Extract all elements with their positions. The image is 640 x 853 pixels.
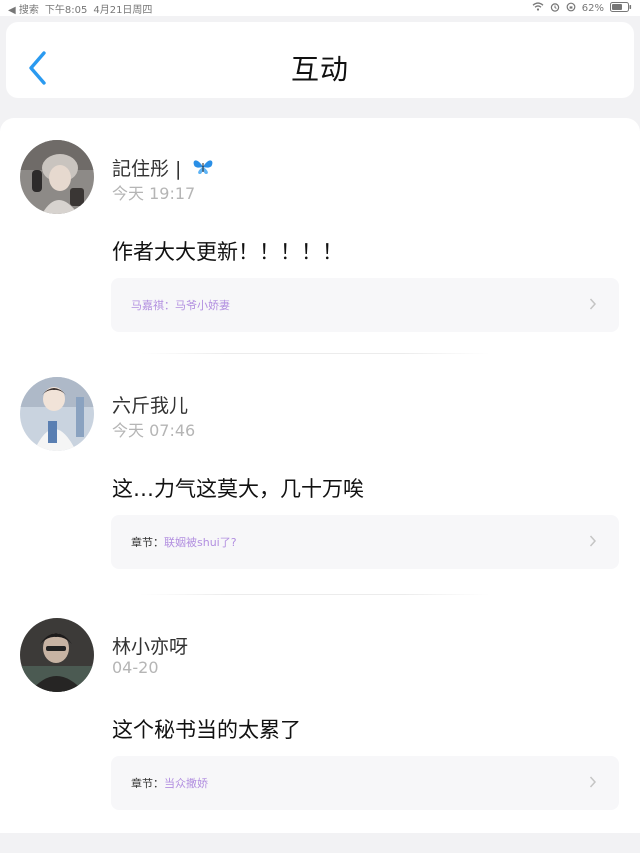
status-right: 62%	[532, 1, 632, 15]
chevron-right-icon	[589, 774, 597, 793]
comment-timestamp: 今天 19:17	[112, 184, 196, 203]
back-to-app-link[interactable]: ◀ 搜索	[8, 1, 39, 16]
chapter-reference[interactable]: 章节：当众撒娇	[111, 756, 619, 810]
butterfly-icon	[192, 158, 214, 181]
alarm-icon	[550, 2, 560, 15]
comment-text: 作者大大更新！！！！！	[112, 240, 343, 264]
comment-text: 这…力气这莫大，几十万唉	[112, 477, 364, 501]
username: 記住彤 |	[112, 154, 214, 181]
avatar[interactable]	[20, 377, 94, 451]
chevron-right-icon	[589, 533, 597, 552]
battery-percent: 62%	[581, 2, 604, 14]
reference-title: 马嘉祺：马爷小娇妻	[131, 299, 230, 312]
reference-text: 章节：联姻被shui了?	[131, 534, 237, 550]
reference-prefix: 章节：	[131, 536, 164, 549]
avatar[interactable]	[20, 618, 94, 692]
comment-list: 記住彤 | 今天 19:17 作者大大更新！！！！！ 马嘉祺：马爷小娇妻 六斤我…	[0, 118, 640, 833]
chevron-right-icon	[589, 296, 597, 315]
username: 林小亦呀	[112, 636, 189, 658]
chapter-link: 联姻被shui了?	[164, 536, 237, 549]
comment-timestamp: 今天 07:46	[112, 421, 196, 440]
status-left: ◀ 搜索 下午8:05 4月21日周四	[8, 1, 152, 16]
reference-text: 马嘉祺：马爷小娇妻	[131, 297, 230, 313]
navigation-header: 互动	[6, 22, 634, 98]
avatar[interactable]	[20, 140, 94, 214]
status-date: 4月21日周四	[93, 4, 153, 16]
battery-icon	[610, 1, 632, 15]
chapter-reference[interactable]: 章节：联姻被shui了?	[111, 515, 619, 569]
chapter-reference[interactable]: 马嘉祺：马爷小娇妻	[111, 278, 619, 332]
username: 六斤我儿	[112, 395, 189, 417]
chapter-link: 当众撒娇	[164, 777, 208, 790]
wifi-icon	[532, 2, 544, 14]
lock-rotation-icon	[566, 2, 576, 15]
divider	[140, 594, 490, 595]
divider	[140, 353, 490, 354]
reference-text: 章节：当众撒娇	[131, 775, 208, 791]
reference-prefix: 章节：	[131, 777, 164, 790]
comment-timestamp: 04-20	[112, 658, 159, 677]
page-title: 互动	[290, 53, 349, 86]
comment-text: 这个秘书当的太累了	[112, 718, 301, 742]
status-bar: ◀ 搜索 下午8:05 4月21日周四 62%	[0, 0, 640, 16]
status-time: 下午8:05	[44, 4, 88, 16]
username-text: 記住彤 |	[112, 158, 182, 180]
